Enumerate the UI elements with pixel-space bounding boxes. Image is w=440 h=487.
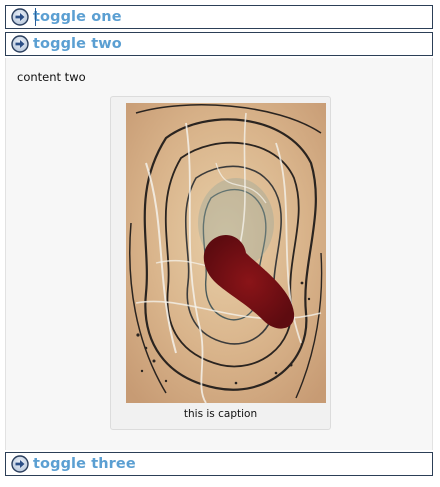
toggle-one-header[interactable]: toggle one: [5, 5, 433, 29]
toggle-two-header[interactable]: toggle two: [5, 32, 433, 56]
text-cursor: [35, 8, 36, 26]
arrow-right-circle-icon: [11, 8, 29, 26]
toggle-three-header[interactable]: toggle three: [5, 452, 433, 476]
toggle-two-label: toggle two: [33, 36, 122, 52]
artwork-image: [126, 103, 326, 403]
toggle-one-label: toggle one: [33, 9, 122, 25]
figure-caption: this is caption: [183, 408, 258, 420]
content-text: content two: [17, 70, 86, 84]
arrow-right-circle-icon: [11, 455, 29, 473]
arrow-right-circle-icon: [11, 35, 29, 53]
image-figure: this is caption: [110, 96, 331, 430]
toggle-two-content-panel: content two this is caption: [5, 58, 433, 450]
toggle-three-label: toggle three: [33, 456, 136, 472]
